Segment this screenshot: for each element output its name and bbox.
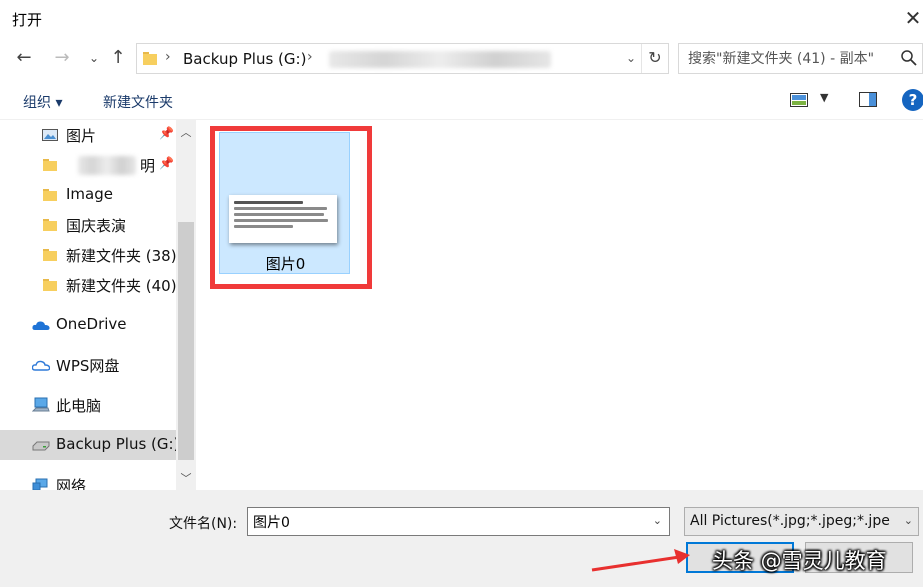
forward-arrow-icon[interactable]: → [50, 46, 74, 70]
up-arrow-icon[interactable]: ↑ [106, 46, 130, 70]
pin-icon[interactable]: 📌 [159, 156, 174, 170]
address-bar[interactable]: › Backup Plus (G:) › ⌄ ↻ [136, 43, 669, 74]
nav-item-label: OneDrive [56, 315, 127, 333]
filetype-dropdown-icon[interactable]: ⌄ [904, 514, 913, 527]
filename-combobox[interactable]: ⌄ [247, 507, 670, 536]
nav-item-label: 新建文件夹 (38) [66, 247, 177, 265]
search-icon[interactable] [900, 49, 918, 67]
watermark-text: 头条 @雪灵儿教育 [712, 549, 887, 573]
navigation-pane: 图片 📌 明 📌 Image 国庆表演 新建文件夹 (38) 新建文件夹 (40… [0, 120, 196, 490]
filetype-select[interactable]: All Pictures(*.jpg;*.jpeg;*.jpe ⌄ [684, 507, 919, 536]
search-input[interactable] [679, 44, 894, 73]
nav-scrollbar[interactable]: ︿ ﹀ [176, 120, 196, 490]
nav-item-label: 新建文件夹 (40) [66, 277, 177, 295]
new-folder-button[interactable]: 新建文件夹 [103, 92, 173, 112]
nav-item-image[interactable]: Image [0, 180, 176, 210]
nav-item-onedrive[interactable]: OneDrive [0, 310, 176, 340]
search-box[interactable] [678, 43, 923, 74]
scroll-down-icon[interactable]: ﹀ [176, 469, 196, 489]
nav-item-label: Backup Plus (G:) [56, 435, 180, 453]
back-arrow-icon[interactable]: ← [12, 46, 36, 70]
breadcrumb-chevron-icon[interactable]: › [165, 49, 171, 65]
help-icon[interactable]: ? [902, 89, 923, 111]
folder-icon [43, 249, 57, 261]
window-title: 打开 [12, 11, 43, 29]
address-row: ← → ⌄ ↑ › Backup Plus (G:) › ⌄ ↻ [0, 38, 923, 80]
annotation-highlight-box [210, 126, 372, 289]
recent-locations-chevron-icon[interactable]: ⌄ [82, 46, 106, 70]
nav-item-label: 明 [140, 157, 156, 175]
pin-icon[interactable]: 📌 [159, 126, 174, 140]
breadcrumb-drive[interactable]: Backup Plus (G:) [183, 50, 306, 68]
preview-pane-icon[interactable] [859, 92, 877, 107]
folder-icon [43, 219, 57, 231]
folder-icon [143, 52, 157, 65]
nav-item-backup-plus[interactable]: Backup Plus (G:) [0, 430, 180, 460]
blurred-folder-name [78, 156, 136, 175]
blurred-path [329, 51, 551, 68]
nav-item-label: 国庆表演 [66, 217, 127, 235]
scroll-up-icon[interactable]: ︿ [176, 123, 196, 143]
onedrive-cloud-icon [32, 321, 50, 330]
address-dropdown-icon[interactable]: ⌄ [626, 51, 636, 65]
nav-item-pictures[interactable]: 图片 📌 [0, 120, 176, 150]
nav-item-new-folder-40[interactable]: 新建文件夹 (40) [0, 270, 177, 300]
wps-cloud-icon [32, 360, 50, 371]
title-bar: 打开 ✕ [0, 0, 923, 38]
nav-item-label: 此电脑 [56, 397, 102, 415]
annotation-arrow [591, 549, 690, 572]
nav-item-this-pc[interactable]: 此电脑 [0, 390, 176, 420]
nav-item-blurred-folder[interactable]: 明 📌 [0, 150, 176, 180]
computer-icon [32, 397, 50, 412]
filetype-value: All Pictures(*.jpg;*.jpeg;*.jpe [690, 513, 890, 529]
pictures-icon [42, 129, 58, 141]
nav-item-network[interactable]: 网络 [0, 470, 176, 490]
filename-input[interactable] [248, 508, 643, 535]
filename-label: 文件名(N): [169, 516, 238, 532]
breadcrumb-chevron-icon[interactable]: › [307, 49, 313, 65]
filename-dropdown-icon[interactable]: ⌄ [653, 514, 662, 527]
organize-button[interactable]: 组织 ▾ [23, 92, 62, 112]
file-list[interactable]: 图片0 [196, 120, 923, 490]
folder-icon [43, 279, 57, 291]
network-icon [32, 478, 48, 490]
nav-item-wps-drive[interactable]: WPS网盘 [0, 350, 176, 380]
refresh-icon[interactable]: ↻ [641, 44, 668, 73]
view-options-dropdown-icon[interactable]: ▼ [820, 91, 828, 104]
nav-item-label: 图片 [66, 127, 97, 145]
nav-item-label: WPS网盘 [56, 357, 120, 375]
scrollbar-thumb[interactable] [178, 222, 194, 460]
folder-icon [43, 159, 57, 171]
nav-item-label: Image [66, 185, 113, 203]
nav-item-national-day[interactable]: 国庆表演 [0, 210, 176, 240]
nav-item-label: 网络 [56, 477, 87, 490]
folder-icon [43, 189, 57, 201]
nav-item-new-folder-38[interactable]: 新建文件夹 (38) [0, 240, 177, 270]
change-view-icon[interactable] [790, 93, 808, 107]
drive-icon [32, 441, 50, 451]
command-bar: 组织 ▾ 新建文件夹 ▼ ? [0, 80, 923, 120]
close-icon[interactable]: ✕ [901, 4, 923, 32]
